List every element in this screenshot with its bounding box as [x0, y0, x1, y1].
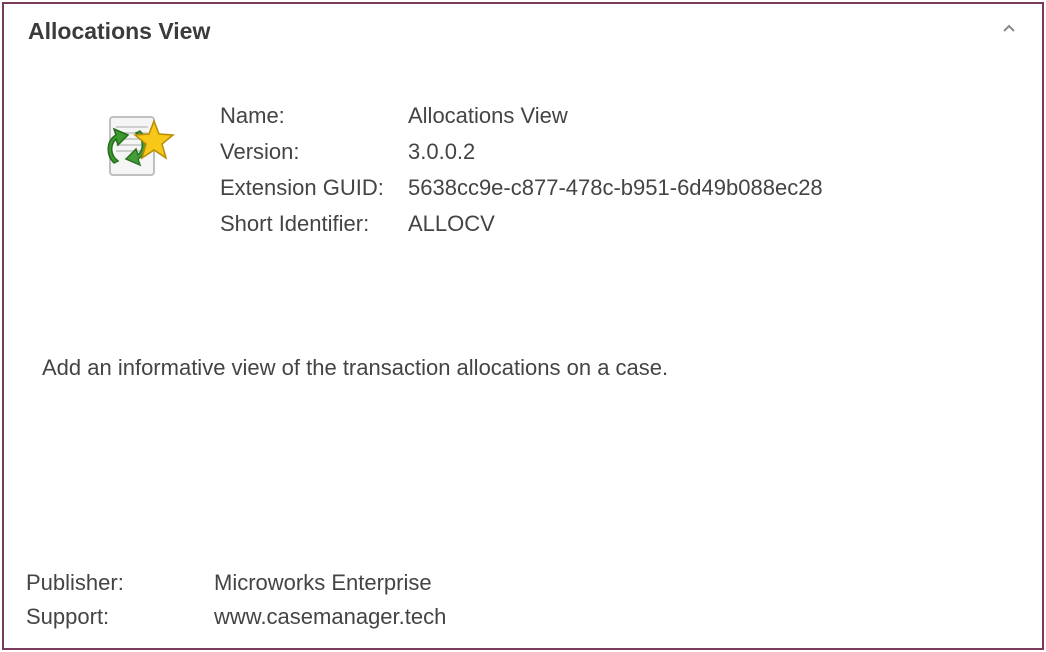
chevron-up-icon [1001, 21, 1017, 42]
guid-value: 5638cc9e-c877-478c-b951-6d49b088ec28 [408, 175, 823, 201]
support-label: Support: [26, 604, 206, 630]
panel-title: Allocations View [28, 18, 210, 45]
collapse-button[interactable] [1000, 23, 1018, 41]
guid-label: Extension GUID: [220, 175, 400, 201]
publisher-value: Microworks Enterprise [214, 570, 446, 596]
footer-info: Publisher: Microworks Enterprise Support… [26, 570, 446, 630]
publisher-label: Publisher: [26, 570, 206, 596]
extension-icon [82, 103, 192, 237]
name-label: Name: [220, 103, 400, 129]
shortid-value: ALLOCV [408, 211, 823, 237]
shortid-label: Short Identifier: [220, 211, 400, 237]
panel-content: Name: Allocations View Version: 3.0.0.2 … [4, 55, 1042, 401]
name-value: Allocations View [408, 103, 823, 129]
extension-details-panel: Allocations View [2, 2, 1044, 650]
description-text: Add an informative view of the transacti… [28, 355, 1018, 381]
panel-header: Allocations View [4, 4, 1042, 55]
version-value: 3.0.0.2 [408, 139, 823, 165]
support-link[interactable]: www.casemanager.tech [214, 604, 446, 630]
info-table: Name: Allocations View Version: 3.0.0.2 … [220, 103, 823, 237]
info-row: Name: Allocations View Version: 3.0.0.2 … [28, 55, 1018, 237]
version-label: Version: [220, 139, 400, 165]
